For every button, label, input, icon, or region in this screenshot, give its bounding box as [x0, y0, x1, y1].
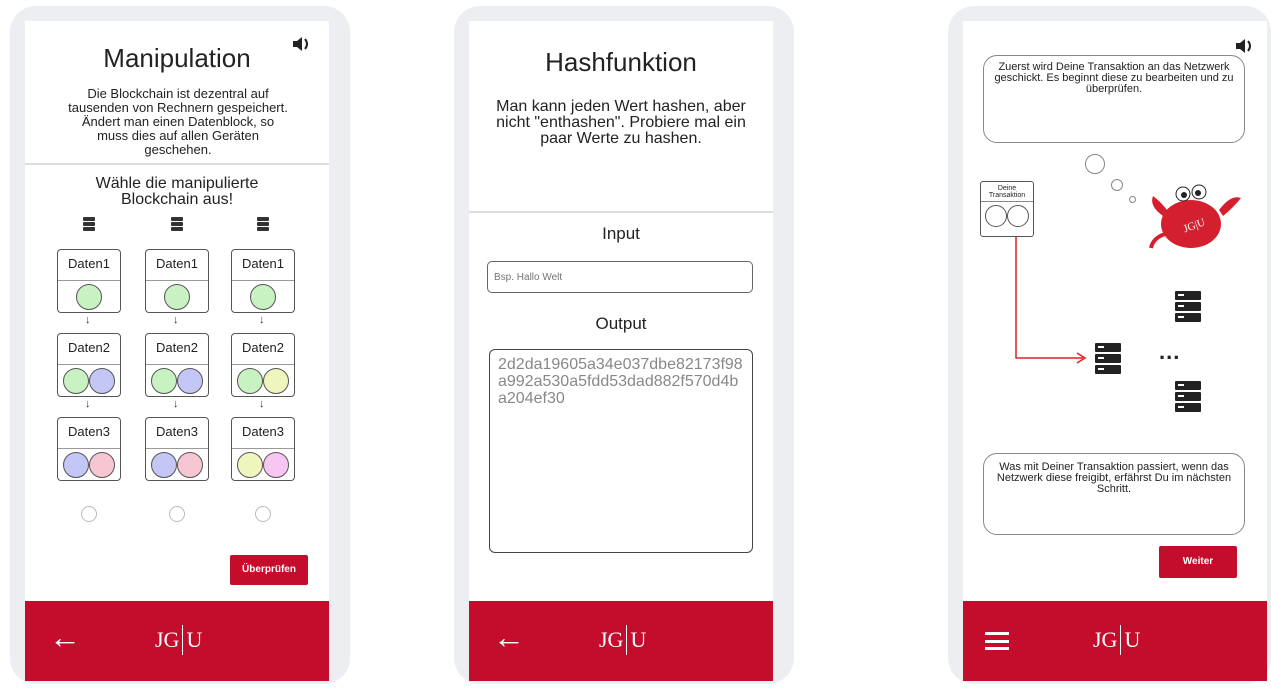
- logo-right: U: [186, 627, 203, 652]
- data-block-label: Daten1: [146, 250, 208, 281]
- divider: [469, 211, 773, 213]
- data-block-label: Daten3: [146, 418, 208, 449]
- arrow-left-icon[interactable]: ←: [49, 621, 81, 653]
- hash-circle: [164, 284, 190, 310]
- logo-left: JG: [599, 627, 624, 652]
- phone-frame-network: Zuerst wird Deine Transaktion an das Net…: [948, 6, 1271, 684]
- footer-bar: ← JG U: [469, 601, 773, 681]
- logo-right: U: [1124, 627, 1141, 652]
- chain-arrow-icon: ↓: [85, 398, 91, 410]
- jgu-logo: JG U: [1093, 625, 1140, 655]
- data-block-label: Daten1: [58, 250, 120, 281]
- intro-text: Die Blockchain ist dezentral auf tausend…: [68, 86, 288, 157]
- hash-circle: [177, 368, 203, 394]
- hash-circle: [89, 452, 115, 478]
- hash-circle: [151, 368, 177, 394]
- data-block-label: Daten1: [232, 250, 294, 281]
- data-block-label: Daten2: [58, 334, 120, 365]
- screen-hash: Hashfunktion Man kann jeden Wert hashen,…: [469, 21, 773, 681]
- logo-left: JG: [155, 627, 180, 652]
- info-bubble-bottom: Was mit Deiner Transaktion passiert, wen…: [983, 453, 1245, 535]
- footer-bar: JG U: [963, 601, 1267, 681]
- chain-arrow-icon: ↓: [85, 314, 91, 326]
- data-block: Daten3: [57, 417, 121, 481]
- data-block-label: Daten2: [146, 334, 208, 365]
- jgu-crab-mascot: JG|U: [1149, 184, 1241, 249]
- hash-circle: [237, 452, 263, 478]
- logo-right: U: [630, 627, 647, 652]
- hash-input-field[interactable]: [487, 261, 753, 293]
- next-button[interactable]: Weiter: [1159, 546, 1237, 578]
- data-block: Daten2: [231, 333, 295, 397]
- hash-circle: [63, 452, 89, 478]
- hash-circle: [151, 452, 177, 478]
- server-node-icon: [1175, 381, 1201, 414]
- page-title: Manipulation: [103, 43, 251, 73]
- data-block-label: Daten2: [232, 334, 294, 365]
- hash-circle: [177, 452, 203, 478]
- hash-circle: [263, 368, 289, 394]
- footer-bar: ← JG U: [25, 601, 329, 681]
- prompt-text: Wähle die manipulierte Blockchain aus!: [95, 175, 259, 208]
- phone-frame-manipulation: Manipulation Die Blockchain ist dezentra…: [10, 6, 350, 684]
- screen-network: Zuerst wird Deine Transaktion an das Net…: [963, 21, 1267, 681]
- data-block: Daten1: [57, 249, 121, 313]
- server-icon: [257, 217, 269, 233]
- divider: [25, 163, 329, 165]
- hash-circle: [250, 284, 276, 310]
- server-icon: [83, 217, 95, 233]
- data-block: Daten2: [57, 333, 121, 397]
- data-block: Daten2: [145, 333, 209, 397]
- output-label: Output: [595, 314, 647, 333]
- chain-radio-button[interactable]: [169, 506, 185, 522]
- hash-circle: [76, 284, 102, 310]
- hash-circle: [237, 368, 263, 394]
- chain-arrow-icon: ↓: [173, 398, 179, 410]
- data-block: Daten1: [231, 249, 295, 313]
- page-title: Hashfunktion: [545, 47, 697, 77]
- server-node-icon: [1095, 343, 1121, 376]
- arrow-left-icon[interactable]: ←: [493, 621, 525, 653]
- data-block-label: Daten3: [232, 418, 294, 449]
- server-icon: [171, 217, 183, 233]
- jgu-logo: JG U: [599, 625, 646, 655]
- server-node-icon: [1175, 291, 1201, 324]
- chain-arrow-icon: ↓: [173, 314, 179, 326]
- logo-left: JG: [1093, 627, 1118, 652]
- ellipsis: ...: [1159, 339, 1181, 364]
- chain-radio-button[interactable]: [255, 506, 271, 522]
- input-label: Input: [602, 224, 640, 243]
- data-block: Daten3: [145, 417, 209, 481]
- chain-arrow-icon: ↓: [259, 398, 265, 410]
- intro-text: Man kann jeden Wert hashen, aber nicht "…: [496, 98, 746, 147]
- hash-circle: [263, 452, 289, 478]
- hash-circle: [89, 368, 115, 394]
- phone-frame-hash: Hashfunktion Man kann jeden Wert hashen,…: [454, 6, 794, 684]
- chain-arrow-icon: ↓: [259, 314, 265, 326]
- jgu-logo: JG U: [155, 625, 202, 655]
- data-block: Daten1: [145, 249, 209, 313]
- hamburger-menu-icon[interactable]: [985, 632, 1009, 650]
- screen-manipulation: Manipulation Die Blockchain ist dezentra…: [25, 21, 329, 681]
- data-block: Daten3: [231, 417, 295, 481]
- hash-output-field[interactable]: 2d2da19605a34e037dbe82173f98a992a530a5fd…: [489, 349, 753, 553]
- hash-circle: [63, 368, 89, 394]
- chain-radio-button[interactable]: [81, 506, 97, 522]
- check-button[interactable]: Überprüfen: [230, 555, 308, 585]
- data-block-label: Daten3: [58, 418, 120, 449]
